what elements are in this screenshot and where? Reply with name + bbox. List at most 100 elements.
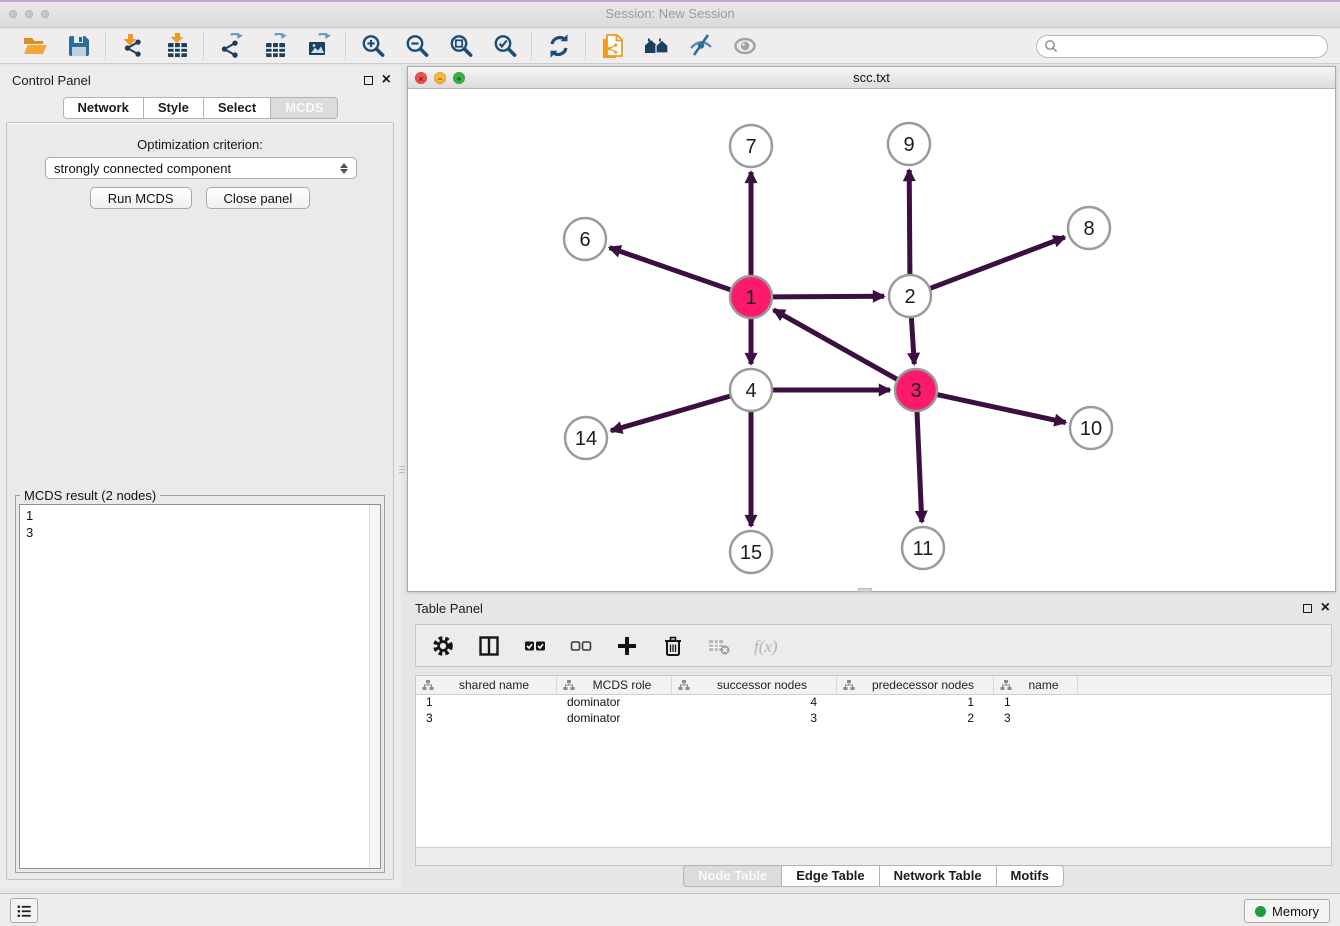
edge-4-14[interactable] [611, 396, 730, 431]
zoom-in-icon[interactable] [359, 33, 386, 60]
node-label: 10 [1080, 418, 1102, 440]
criterion-value: strongly connected component [54, 161, 231, 176]
edge-2-8[interactable] [931, 237, 1065, 288]
criterion-select[interactable]: strongly connected component [45, 157, 357, 179]
node-label: 8 [1083, 218, 1094, 240]
edge-2-3[interactable] [911, 318, 914, 364]
close-table-panel-icon[interactable]: × [1321, 603, 1330, 613]
optimization-criterion-label: Optimization criterion: [7, 137, 393, 152]
column-header-successor-nodes[interactable]: successor nodes [672, 676, 837, 694]
edge-3-11[interactable] [917, 412, 922, 522]
column-header-shared-name[interactable]: shared name [416, 676, 557, 694]
import-table-icon[interactable] [163, 33, 190, 60]
column-header-predecessor-nodes[interactable]: predecessor nodes [837, 676, 994, 694]
memory-button[interactable]: Memory [1244, 899, 1330, 923]
close-panel-icon[interactable]: × [382, 75, 391, 85]
tab-edge-table[interactable]: Edge Table [782, 865, 879, 887]
edge-1-6[interactable] [610, 248, 731, 290]
tab-network[interactable]: Network [63, 97, 144, 119]
add-column-icon[interactable] [614, 633, 640, 659]
result-scrollbar[interactable] [369, 505, 380, 868]
import-network-icon[interactable] [119, 33, 146, 60]
table-horizontal-scrollbar[interactable] [416, 847, 1331, 865]
table-cell[interactable]: 1 [837, 695, 994, 711]
select-all-columns-icon[interactable] [522, 633, 548, 659]
close-panel-button[interactable]: Close panel [206, 187, 311, 209]
delete-column-icon[interactable] [660, 633, 686, 659]
graph-node-10[interactable]: 10 [1070, 407, 1112, 449]
graph-node-15[interactable]: 15 [730, 531, 772, 573]
float-table-panel-icon[interactable] [1303, 604, 1312, 613]
float-panel-icon[interactable] [364, 76, 373, 85]
table-body: 1dominator4113dominator323 [416, 695, 1331, 727]
open-file-icon[interactable] [21, 33, 48, 60]
graph-node-9[interactable]: 9 [888, 123, 930, 165]
table-cell[interactable]: 3 [416, 711, 557, 727]
hide-selection-icon[interactable] [687, 33, 714, 60]
network-graph[interactable]: 7 9 6 8 1 2 4 3 14 10 15 11 [408, 89, 1335, 591]
graph-node-8[interactable]: 8 [1068, 207, 1110, 249]
tab-mcds[interactable]: MCDS [271, 97, 338, 119]
table-cell[interactable]: dominator [557, 695, 672, 711]
table-row-2[interactable]: 3dominator323 [416, 711, 1331, 727]
edge-3-1[interactable] [774, 310, 897, 379]
network-window-titlebar[interactable]: × − + scc.txt [408, 67, 1335, 89]
zoom-out-icon[interactable] [403, 33, 430, 60]
graph-node-1[interactable]: 1 [730, 276, 772, 318]
table-row-1[interactable]: 1dominator411 [416, 695, 1331, 711]
search-input[interactable] [1036, 35, 1328, 58]
control-panel: Control Panel × NetworkStyleSelectMCDS O… [0, 66, 401, 888]
attribute-icon [678, 679, 690, 691]
table-cell[interactable]: dominator [557, 711, 672, 727]
column-header-name[interactable]: name [994, 676, 1078, 694]
node-label: 11 [913, 538, 934, 560]
mcds-result-text[interactable]: 1 3 [19, 504, 381, 869]
table-cell[interactable]: 3 [672, 711, 837, 727]
run-mcds-button[interactable]: Run MCDS [90, 187, 192, 209]
table-cell[interactable]: 2 [837, 711, 994, 727]
table-cell[interactable]: 3 [994, 711, 1078, 727]
tab-motifs[interactable]: Motifs [997, 865, 1064, 887]
apply-layout-icon[interactable] [545, 33, 572, 60]
graph-node-14[interactable]: 14 [565, 417, 607, 459]
task-history-button[interactable] [10, 898, 38, 923]
graph-node-4[interactable]: 4 [730, 369, 772, 411]
tab-network-table[interactable]: Network Table [880, 865, 997, 887]
graph-node-7[interactable]: 7 [730, 125, 772, 167]
save-session-icon[interactable] [65, 33, 92, 60]
control-panel-title: Control Panel [12, 73, 91, 88]
tab-style[interactable]: Style [144, 97, 204, 119]
column-layout-icon[interactable] [476, 633, 502, 659]
table-cell[interactable]: 1 [994, 695, 1078, 711]
tab-node-table[interactable]: Node Table [683, 865, 782, 887]
graph-node-6[interactable]: 6 [564, 218, 606, 260]
edge-1-2[interactable] [773, 296, 884, 297]
toolbar-group [203, 33, 345, 60]
mcds-panel: Optimization criterion: strongly connect… [6, 122, 394, 880]
graph-node-11[interactable]: 11 [902, 527, 944, 569]
edge-2-9[interactable] [909, 170, 910, 274]
first-neighbors-icon[interactable] [643, 33, 670, 60]
network-canvas[interactable]: 7 9 6 8 1 2 4 3 14 10 15 11 [408, 89, 1335, 591]
toolbar-group [8, 33, 105, 60]
graph-node-3[interactable]: 3 [895, 369, 937, 411]
graph-node-2[interactable]: 2 [889, 275, 931, 317]
table-settings-icon[interactable] [430, 633, 456, 659]
edge-3-10[interactable] [938, 395, 1066, 423]
network-resize-grip[interactable] [858, 588, 872, 592]
column-header-MCDS-role[interactable]: MCDS role [557, 676, 672, 694]
toolbar-group [105, 33, 203, 60]
table-cell[interactable]: 4 [672, 695, 837, 711]
export-network-icon[interactable] [217, 33, 244, 60]
table-cell[interactable]: 1 [416, 695, 557, 711]
zoom-fit-icon[interactable] [447, 33, 474, 60]
zoom-selected-icon[interactable] [491, 33, 518, 60]
tab-select[interactable]: Select [204, 97, 271, 119]
node-table: shared nameMCDS rolesuccessor nodesprede… [415, 675, 1332, 866]
export-table-icon[interactable] [261, 33, 288, 60]
clone-network-icon[interactable] [599, 33, 626, 60]
panel-splitter-grip[interactable] [399, 460, 405, 478]
network-window-title: scc.txt [408, 70, 1335, 85]
deselect-all-columns-icon[interactable] [568, 633, 594, 659]
export-image-icon[interactable] [305, 33, 332, 60]
